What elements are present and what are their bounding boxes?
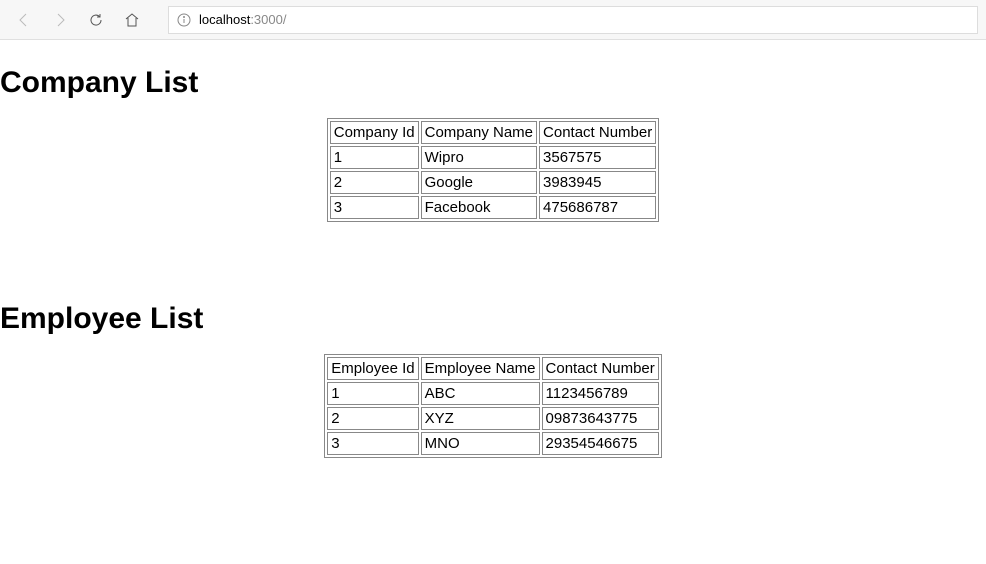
employee-name-header: Employee Name	[421, 357, 540, 380]
employee-list-heading: Employee List	[0, 302, 986, 336]
company-table-wrap: Company Id Company Name Contact Number 1…	[0, 118, 986, 222]
cell: ABC	[421, 382, 540, 405]
cell: Facebook	[421, 196, 537, 219]
cell: 3	[330, 196, 419, 219]
cell: 1123456789	[542, 382, 659, 405]
table-row: 3 MNO 29354546675	[327, 432, 659, 455]
employee-id-header: Employee Id	[327, 357, 418, 380]
table-row: 1 Wipro 3567575	[330, 146, 656, 169]
url-host: localhost	[199, 12, 250, 27]
cell: 2	[327, 407, 418, 430]
table-header-row: Company Id Company Name Contact Number	[330, 121, 656, 144]
cell: Google	[421, 171, 537, 194]
contact-number-header: Contact Number	[542, 357, 659, 380]
cell: Wipro	[421, 146, 537, 169]
refresh-button[interactable]	[80, 4, 112, 36]
employee-table: Employee Id Employee Name Contact Number…	[324, 354, 662, 458]
cell: 3567575	[539, 146, 656, 169]
url-text: localhost:3000/	[199, 12, 286, 27]
table-row: 3 Facebook 475686787	[330, 196, 656, 219]
table-row: 2 Google 3983945	[330, 171, 656, 194]
cell: 1	[330, 146, 419, 169]
employee-table-wrap: Employee Id Employee Name Contact Number…	[0, 354, 986, 458]
refresh-icon	[88, 12, 104, 28]
cell: XYZ	[421, 407, 540, 430]
page-content: Company List Company Id Company Name Con…	[0, 66, 986, 458]
table-header-row: Employee Id Employee Name Contact Number	[327, 357, 659, 380]
cell: MNO	[421, 432, 540, 455]
arrow-right-icon	[52, 12, 68, 28]
back-button[interactable]	[8, 4, 40, 36]
cell: 3	[327, 432, 418, 455]
company-id-header: Company Id	[330, 121, 419, 144]
cell: 475686787	[539, 196, 656, 219]
contact-number-header: Contact Number	[539, 121, 656, 144]
table-row: 2 XYZ 09873643775	[327, 407, 659, 430]
browser-toolbar: localhost:3000/	[0, 0, 986, 40]
cell: 29354546675	[542, 432, 659, 455]
info-icon	[177, 13, 191, 27]
cell: 1	[327, 382, 418, 405]
company-table: Company Id Company Name Contact Number 1…	[327, 118, 659, 222]
cell: 09873643775	[542, 407, 659, 430]
home-button[interactable]	[116, 4, 148, 36]
home-icon	[124, 12, 140, 28]
company-list-heading: Company List	[0, 66, 986, 100]
url-rest: :3000/	[250, 12, 286, 27]
cell: 3983945	[539, 171, 656, 194]
table-row: 1 ABC 1123456789	[327, 382, 659, 405]
forward-button[interactable]	[44, 4, 76, 36]
address-bar[interactable]: localhost:3000/	[168, 6, 978, 34]
arrow-left-icon	[16, 12, 32, 28]
company-name-header: Company Name	[421, 121, 537, 144]
cell: 2	[330, 171, 419, 194]
